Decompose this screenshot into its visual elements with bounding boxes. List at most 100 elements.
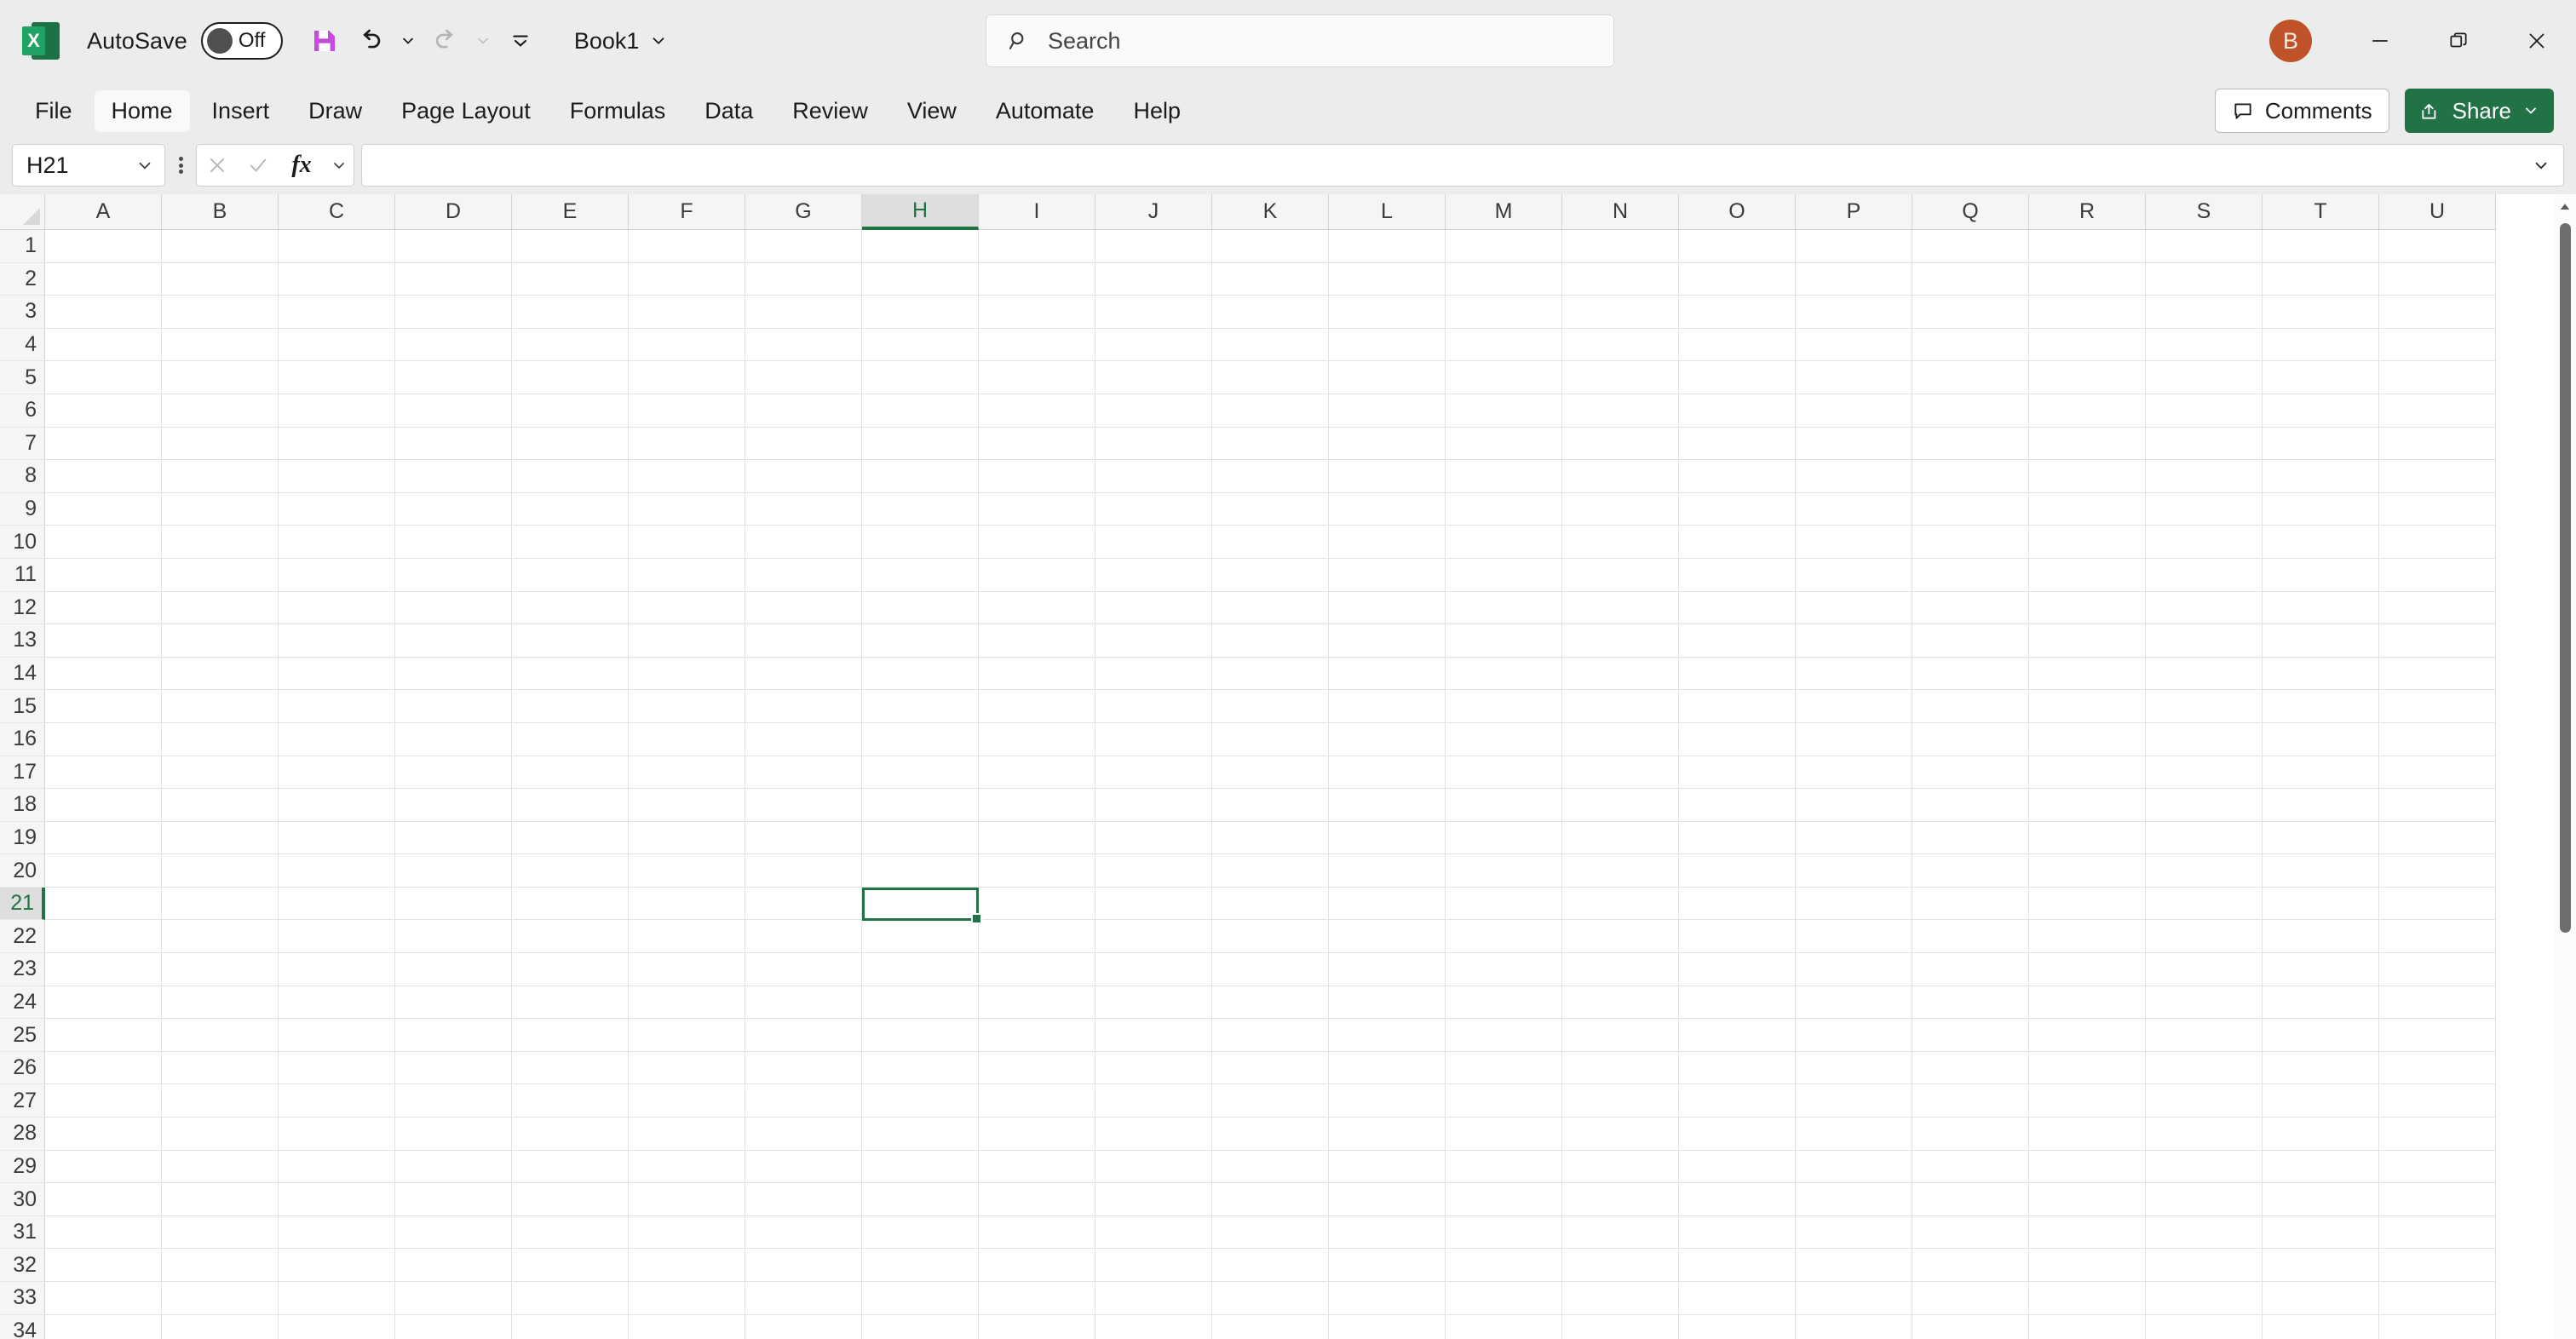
cell-I6[interactable] [979,394,1095,428]
cell-B25[interactable] [162,1019,279,1052]
cell-U11[interactable] [2379,558,2496,592]
cell-F10[interactable] [629,526,745,559]
cell-L6[interactable] [1329,394,1446,428]
cell-G33[interactable] [745,1282,862,1315]
cell-Q9[interactable] [1912,492,2029,526]
cell-T18[interactable] [2263,789,2379,822]
cell-F16[interactable] [629,722,745,756]
cell-Q10[interactable] [1912,526,2029,559]
cell-C33[interactable] [279,1282,395,1315]
cell-P24[interactable] [1796,986,1912,1020]
cell-F8[interactable] [629,460,745,493]
cell-N18[interactable] [1562,789,1679,822]
cell-H26[interactable] [862,1051,979,1085]
cell-F7[interactable] [629,427,745,461]
cell-C28[interactable] [279,1118,395,1151]
cell-N23[interactable] [1562,953,1679,986]
cell-J20[interactable] [1095,854,1212,888]
cell-S7[interactable] [2146,427,2263,461]
cell-S26[interactable] [2146,1051,2263,1085]
cell-F27[interactable] [629,1084,745,1118]
cell-K9[interactable] [1212,492,1329,526]
cell-J18[interactable] [1095,789,1212,822]
cell-K32[interactable] [1212,1249,1329,1282]
cell-K21[interactable] [1212,887,1329,921]
cell-T9[interactable] [2263,492,2379,526]
cell-O33[interactable] [1679,1282,1796,1315]
cell-J25[interactable] [1095,1019,1212,1052]
cell-J21[interactable] [1095,887,1212,921]
row-header-5[interactable]: 5 [0,361,45,394]
save-button[interactable] [302,18,348,64]
cell-E6[interactable] [512,394,629,428]
fill-handle[interactable] [971,912,982,924]
cell-P23[interactable] [1796,953,1912,986]
cell-K18[interactable] [1212,789,1329,822]
cell-L26[interactable] [1329,1051,1446,1085]
cell-R31[interactable] [2029,1215,2146,1250]
cell-T13[interactable] [2263,624,2379,658]
cell-A8[interactable] [45,460,162,493]
cell-K31[interactable] [1212,1215,1329,1250]
cell-H34[interactable] [862,1314,979,1339]
cell-L22[interactable] [1329,920,1446,954]
cell-L20[interactable] [1329,854,1446,888]
cell-J33[interactable] [1095,1282,1212,1315]
cell-I15[interactable] [979,690,1095,723]
cell-G17[interactable] [745,756,862,790]
cell-O16[interactable] [1679,722,1796,756]
cell-R34[interactable] [2029,1314,2146,1339]
cell-L32[interactable] [1329,1249,1446,1282]
cell-A24[interactable] [45,986,162,1020]
cell-F5[interactable] [629,361,745,394]
cell-N6[interactable] [1562,394,1679,428]
cell-K28[interactable] [1212,1118,1329,1151]
cell-J14[interactable] [1095,657,1212,691]
cell-R8[interactable] [2029,460,2146,493]
cell-L23[interactable] [1329,953,1446,986]
tab-formulas[interactable]: Formulas [553,90,683,132]
cell-D15[interactable] [395,690,512,723]
cell-M4[interactable] [1446,328,1562,362]
cell-O24[interactable] [1679,986,1796,1020]
cell-B2[interactable] [162,262,279,296]
cell-L28[interactable] [1329,1118,1446,1151]
cell-T33[interactable] [2263,1282,2379,1315]
cell-E1[interactable] [512,230,629,263]
cell-D21[interactable] [395,887,512,921]
select-all-button[interactable] [0,194,45,230]
cell-I1[interactable] [979,230,1095,263]
cell-E5[interactable] [512,361,629,394]
cell-N27[interactable] [1562,1084,1679,1118]
column-header-N[interactable]: N [1562,194,1679,230]
cell-T4[interactable] [2263,328,2379,362]
cell-P21[interactable] [1796,887,1912,921]
cell-Q3[interactable] [1912,296,2029,329]
cell-N33[interactable] [1562,1282,1679,1315]
cell-U17[interactable] [2379,756,2496,790]
cell-T14[interactable] [2263,657,2379,691]
cell-I4[interactable] [979,328,1095,362]
cell-I9[interactable] [979,492,1095,526]
cell-B19[interactable] [162,821,279,855]
cell-R15[interactable] [2029,690,2146,723]
cell-S12[interactable] [2146,591,2263,625]
cell-H33[interactable] [862,1282,979,1315]
cell-I17[interactable] [979,756,1095,790]
cell-E28[interactable] [512,1118,629,1151]
cell-N34[interactable] [1562,1314,1679,1339]
cell-D25[interactable] [395,1019,512,1052]
cell-E20[interactable] [512,854,629,888]
cell-L14[interactable] [1329,657,1446,691]
cell-N7[interactable] [1562,427,1679,461]
cell-J26[interactable] [1095,1051,1212,1085]
cell-D20[interactable] [395,854,512,888]
cell-D22[interactable] [395,920,512,954]
cell-C20[interactable] [279,854,395,888]
cell-P1[interactable] [1796,230,1912,263]
cell-E17[interactable] [512,756,629,790]
cell-F29[interactable] [629,1150,745,1184]
cell-R32[interactable] [2029,1249,2146,1282]
cell-B33[interactable] [162,1282,279,1315]
cell-D7[interactable] [395,427,512,461]
